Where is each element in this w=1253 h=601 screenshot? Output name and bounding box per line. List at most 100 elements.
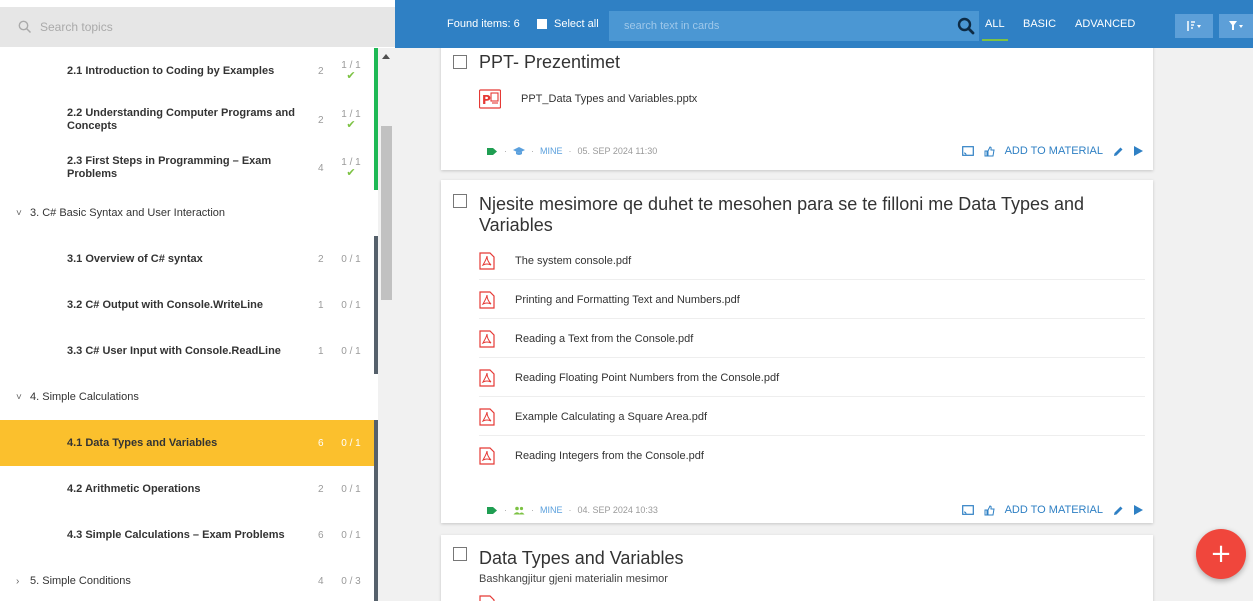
- card-search-input[interactable]: [624, 20, 944, 32]
- topic-count: 1: [318, 299, 324, 311]
- separator: ·: [531, 505, 534, 515]
- material-card: Njesite mesimore qe duhet te mesohen par…: [441, 180, 1153, 523]
- progress-text: 0 / 1: [341, 529, 361, 541]
- pdf-icon: [479, 251, 495, 270]
- file-row[interactable]: Reading a Text from the Console.pdf: [479, 320, 1145, 358]
- cast-icon[interactable]: [961, 505, 974, 515]
- graduation-cap-icon: [513, 146, 525, 155]
- topic-count: 4: [318, 162, 324, 174]
- pdf-icon: [479, 447, 495, 465]
- pdf-icon: [479, 368, 495, 387]
- file-row[interactable]: Example Calculating a Square Area.pdf: [479, 398, 1145, 436]
- topic-title: 4.2 Arithmetic Operations: [67, 482, 201, 495]
- thumbs-up-icon[interactable]: [984, 504, 995, 516]
- topic-progress: 0 / 1: [336, 466, 366, 512]
- topic-title: 3.3 C# User Input with Console.ReadLine: [67, 344, 281, 357]
- search-icon[interactable]: [957, 17, 975, 35]
- cast-icon[interactable]: [961, 146, 974, 156]
- found-items-count: Found items: 6: [447, 18, 520, 30]
- card-meta: · · MINE · 05. SEP 2024 11:30: [487, 144, 657, 158]
- material-card: PPT- Prezentimet P PPT_Data Types and Va…: [441, 48, 1153, 170]
- thumbs-up-icon[interactable]: [984, 145, 995, 157]
- file-name: Printing and Formatting Text and Numbers…: [515, 293, 740, 306]
- card-checkbox[interactable]: [453, 194, 467, 208]
- card-title: PPT- Prezentimet: [479, 52, 621, 72]
- filter-tab-advanced[interactable]: ADVANCED: [1075, 0, 1135, 48]
- card-date: 04. SEP 2024 10:33: [577, 505, 658, 515]
- add-to-material-button[interactable]: ADD TO MATERIAL: [1005, 145, 1103, 157]
- separator: ·: [568, 146, 572, 156]
- topic-item[interactable]: 4.2 Arithmetic Operations 2 0 / 1: [0, 466, 378, 512]
- topic-title: 4.1 Data Types and Variables: [67, 436, 218, 449]
- file-name: Reading Integers from the Console.pdf: [515, 450, 704, 462]
- cards-toolbar: Found items: 6 Select all ALL BASIC ADVA…: [395, 0, 1253, 48]
- progress-text: 0 / 1: [341, 299, 361, 311]
- topic-item[interactable]: 2.1 Introduction to Coding by Examples 2…: [0, 48, 378, 94]
- chevron-down-icon[interactable]: ˅: [16, 374, 22, 420]
- topic-item[interactable]: 3.1 Overview of C# syntax 2 0 / 1: [0, 236, 378, 282]
- filter-tab-all[interactable]: ALL: [982, 0, 1008, 48]
- group-title: 4. Simple Calculations: [30, 391, 139, 403]
- add-fab-button[interactable]: +: [1196, 529, 1246, 579]
- checkbox-icon[interactable]: [537, 19, 547, 29]
- topic-item[interactable]: 4.3 Simple Calculations – Exam Problems …: [0, 512, 378, 558]
- file-row[interactable]: Reading Integers from the Console.pdf: [479, 437, 1145, 475]
- filter-tab-basic[interactable]: BASIC: [1023, 0, 1056, 48]
- separator: ·: [504, 505, 507, 515]
- sort-button[interactable]: [1175, 14, 1213, 38]
- topic-progress: 1 / 1 ✔: [336, 48, 366, 94]
- file-row[interactable]: Reading Floating Point Numbers from the …: [479, 359, 1145, 397]
- topics-sidebar: 2.1 Introduction to Coding by Examples 2…: [0, 0, 395, 601]
- topic-title: 2.2 Understanding Computer Programs and …: [67, 107, 295, 132]
- tag-icon: [487, 506, 497, 514]
- scrollbar-thumb[interactable]: [381, 126, 392, 300]
- edit-pencil-icon[interactable]: [1113, 146, 1124, 157]
- owner-label: MINE: [540, 146, 563, 156]
- file-row[interactable]: P PPT_Data Types and Variables.pptx: [479, 80, 1145, 118]
- file-name: Reading Floating Point Numbers from the …: [515, 371, 780, 384]
- topic-item-active[interactable]: 4.1 Data Types and Variables 6 0 / 1: [0, 420, 378, 466]
- file-row[interactable]: The system console.pdf: [479, 242, 1145, 280]
- pdf-icon: [479, 595, 495, 601]
- topic-group-3[interactable]: ˅ 3. C# Basic Syntax and User Interactio…: [0, 190, 378, 236]
- play-icon[interactable]: [1134, 146, 1143, 156]
- select-all-checkbox[interactable]: Select all: [537, 0, 599, 48]
- card-actions: ADD TO MATERIAL: [952, 144, 1143, 158]
- chevron-down-icon[interactable]: ˅: [16, 190, 22, 236]
- topic-search-input[interactable]: [40, 20, 340, 34]
- sort-icon: [1187, 21, 1201, 31]
- sidebar-scrollbar[interactable]: [378, 48, 395, 601]
- svg-text:P: P: [482, 93, 491, 107]
- file-row[interactable]: Printing and Formatting Text and Numbers…: [479, 281, 1145, 319]
- topic-count: 2: [318, 253, 324, 265]
- topic-item[interactable]: 3.2 C# Output with Console.WriteLine 1 0…: [0, 282, 378, 328]
- topic-title: 2.1 Introduction to Coding by Examples: [67, 64, 275, 77]
- topic-group-5[interactable]: › 5. Simple Conditions 4 0 / 3: [0, 558, 378, 601]
- play-icon[interactable]: [1134, 505, 1143, 515]
- topic-title: 2.3 First Steps in Programming – Exam Pr…: [67, 155, 272, 180]
- group-title: 3. C# Basic Syntax and User Interaction: [30, 207, 226, 219]
- card-subtitle: Bashkangjitur gjeni materialin mesimor: [479, 573, 668, 585]
- checkmark-icon: ✔: [346, 119, 356, 131]
- scroll-up-arrow-icon[interactable]: [382, 54, 390, 59]
- topic-item[interactable]: 2.2 Understanding Computer Programs and …: [0, 94, 378, 146]
- topic-count: 2: [318, 65, 324, 77]
- topic-item[interactable]: 2.3 First Steps in Programming – Exam Pr…: [0, 146, 378, 190]
- edit-pencil-icon[interactable]: [1113, 505, 1124, 516]
- topic-progress: 0 / 1: [336, 420, 366, 466]
- filter-button[interactable]: [1219, 14, 1253, 38]
- add-to-material-button[interactable]: ADD TO MATERIAL: [1005, 504, 1103, 516]
- topic-group-4[interactable]: ˅ 4. Simple Calculations: [0, 374, 378, 420]
- card-title: Data Types and Variables: [479, 548, 684, 568]
- topic-progress: 0 / 1: [336, 282, 366, 328]
- card-checkbox[interactable]: [453, 547, 467, 561]
- topic-progress: 0 / 1: [336, 328, 366, 374]
- topic-title: 3.1 Overview of C# syntax: [67, 252, 203, 265]
- card-checkbox[interactable]: [453, 55, 467, 69]
- card-meta: · · MINE · 04. SEP 2024 10:33: [487, 503, 658, 517]
- topic-list: 2.1 Introduction to Coding by Examples 2…: [0, 48, 378, 601]
- progress-text: 0 / 1: [341, 345, 361, 357]
- chevron-right-icon[interactable]: ›: [16, 558, 19, 601]
- separator: ·: [504, 146, 507, 156]
- topic-item[interactable]: 3.3 C# User Input with Console.ReadLine …: [0, 328, 378, 374]
